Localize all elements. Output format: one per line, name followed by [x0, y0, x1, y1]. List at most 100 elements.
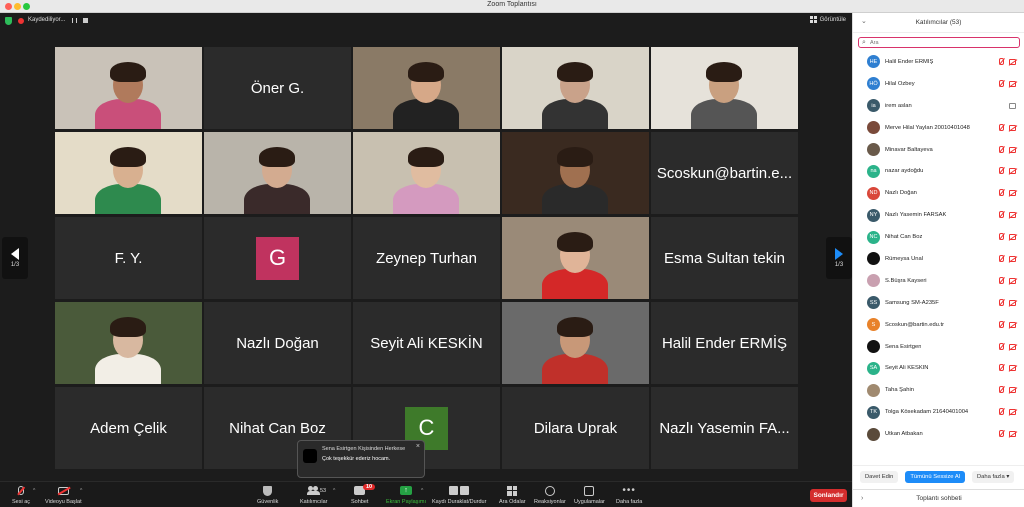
participant-status	[999, 211, 1016, 219]
participant-row[interactable]: Merve Hilal Yaylan 20010401048	[853, 117, 1024, 139]
video-tile[interactable]	[55, 302, 202, 384]
person-hair	[557, 62, 593, 82]
participant-video	[55, 47, 202, 129]
camera-off-icon	[1009, 277, 1016, 284]
participant-row[interactable]: NC Nihat Can Boz	[853, 226, 1024, 248]
chat-notification[interactable]: Sena Esirtgen Kişisinden Herkese Çok teş…	[297, 440, 425, 478]
end-meeting-button[interactable]: Sonlandır	[810, 489, 847, 502]
participant-row[interactable]: SS Samsung SM-A235F	[853, 292, 1024, 314]
video-tile[interactable]: Halil Ender ERMİŞ	[651, 302, 798, 384]
security-button[interactable]: Güvenlik	[257, 485, 278, 505]
participant-row[interactable]: NY Nazlı Yasemin FARSAK	[853, 204, 1024, 226]
share-options-chevron-icon[interactable]: ^	[421, 488, 423, 494]
mute-all-button[interactable]: Tümünü Sessize Al	[905, 470, 965, 483]
video-tile[interactable]: Nazlı Yasemin FA...	[651, 387, 798, 469]
participant-name: Scoskun@bartin.e...	[656, 164, 793, 182]
video-tile[interactable]: Seyit Ali KESKİN	[353, 302, 500, 384]
search-input[interactable]	[870, 39, 1010, 47]
video-tile[interactable]	[353, 47, 500, 129]
person-body	[95, 354, 161, 384]
video-tile[interactable]: Dilara Uprak	[502, 387, 649, 469]
person-hair	[408, 147, 444, 167]
video-tile[interactable]: G	[204, 217, 351, 299]
more-button[interactable]: ••• Daha fazla	[616, 485, 642, 506]
participant-row[interactable]: Minavar Baltayeva	[853, 139, 1024, 161]
video-tile[interactable]: Öner G.	[204, 47, 351, 129]
microphone-muted-icon	[999, 145, 1004, 153]
pause-stop-recording-button[interactable]: Kaydı Duraklat/Durdur	[432, 485, 486, 505]
encryption-shield-icon[interactable]	[5, 17, 12, 25]
participant-row[interactable]: HÖ Hilal Özbey	[853, 73, 1024, 95]
participant-search[interactable]: ⌕	[858, 37, 1020, 48]
participant-row[interactable]: ND Nazlı Doğan	[853, 182, 1024, 204]
participant-row[interactable]: Sena Esirtgen	[853, 336, 1024, 358]
video-options-chevron-icon[interactable]: ^	[80, 488, 82, 494]
participant-video	[353, 47, 500, 129]
collapse-chevron-icon[interactable]: ⌄	[861, 17, 867, 25]
participant-row[interactable]: HE Halil Ender ERMİŞ	[853, 51, 1024, 73]
video-tile[interactable]	[204, 132, 351, 214]
apps-button[interactable]: Uygulamalar	[574, 485, 605, 505]
expand-chevron-icon[interactable]: ›	[861, 495, 863, 502]
participant-row[interactable]: Taha Şahin	[853, 379, 1024, 401]
camera-off-icon	[1009, 168, 1016, 175]
audio-options-chevron-icon[interactable]: ^	[33, 488, 35, 494]
previous-page-button[interactable]: 1/3	[2, 237, 28, 279]
participant-name: Merve Hilal Yaylan 20010401048	[885, 124, 970, 131]
participants-options-chevron-icon[interactable]: ^	[333, 488, 335, 494]
video-tile[interactable]	[353, 132, 500, 214]
pause-recording-icon[interactable]	[72, 18, 77, 23]
camera-off-icon	[1009, 321, 1016, 328]
participant-name: Tolga Kösekadam 21640401004	[885, 409, 969, 416]
participant-row[interactable]: Utkan Atbakan	[853, 423, 1024, 445]
breakout-rooms-button[interactable]: Ara Odalar	[499, 485, 526, 505]
camera-off-icon	[1009, 124, 1016, 131]
participant-row[interactable]: SA Seyit Ali KESKİN	[853, 357, 1024, 379]
video-tile[interactable]	[502, 47, 649, 129]
view-button[interactable]: Görüntüle	[809, 16, 846, 23]
video-tile[interactable]	[55, 47, 202, 129]
participant-row[interactable]: TK Tolga Kösekadam 21640401004	[853, 401, 1024, 423]
close-icon[interactable]: ×	[416, 443, 420, 450]
participant-status	[999, 298, 1016, 306]
video-tile[interactable]: F. Y.	[55, 217, 202, 299]
participant-name: S.Büşra Kayseri	[885, 277, 927, 284]
microphone-muted-icon	[999, 123, 1004, 131]
chat-label: Sohbet	[351, 499, 369, 505]
microphone-muted-icon	[18, 486, 25, 495]
meeting-chat-header[interactable]: › Toplantı sohbeti	[853, 489, 1024, 507]
participant-name: Scoskun@bartin.edu.tr	[885, 321, 945, 328]
video-tile[interactable]: Nazlı Doğan	[204, 302, 351, 384]
panel-more-button[interactable]: Daha fazla ▾	[971, 470, 1015, 483]
participant-status	[999, 320, 1016, 328]
participant-name: Taha Şahin	[885, 387, 915, 394]
video-tile[interactable]: Zeynep Turhan	[353, 217, 500, 299]
participant-row[interactable]: Rümeysa Ünal	[853, 248, 1024, 270]
next-page-button[interactable]: 1/3	[826, 237, 852, 279]
video-tile[interactable]	[55, 132, 202, 214]
video-tile[interactable]: Adem Çelik	[55, 387, 202, 469]
chat-unread-badge: 10	[363, 484, 376, 490]
participant-row[interactable]: na nazar aydoğdu	[853, 160, 1024, 182]
video-tile[interactable]: Esma Sultan tekin	[651, 217, 798, 299]
invite-button[interactable]: Davet Edin	[860, 470, 899, 483]
participant-name: Utkan Atbakan	[885, 431, 923, 438]
window-titlebar: Zoom Toplantısı	[0, 0, 1024, 13]
video-tile[interactable]	[651, 47, 798, 129]
camera-off-icon	[1009, 299, 1016, 306]
pause-stop-icon	[449, 486, 470, 495]
participant-row[interactable]: S Scoskun@bartin.edu.tr	[853, 314, 1024, 336]
reactions-button[interactable]: Reaksiyonlar	[534, 485, 566, 505]
participant-row[interactable]: S.Büşra Kayseri	[853, 270, 1024, 292]
participants-panel-header: ⌄ Katılımcılar (53)	[853, 13, 1024, 33]
start-video-button[interactable]: Videoyu Başlat	[45, 485, 82, 505]
avatar: na	[867, 164, 880, 178]
avatar: G	[256, 236, 299, 280]
video-tile[interactable]: Scoskun@bartin.e...	[651, 132, 798, 214]
video-tile[interactable]	[502, 217, 649, 299]
video-tile[interactable]	[502, 132, 649, 214]
stop-recording-icon[interactable]	[83, 18, 88, 23]
video-tile[interactable]	[502, 302, 649, 384]
participant-row[interactable]: ia irem aslan	[853, 95, 1024, 117]
unmute-button[interactable]: Sesi aç	[12, 485, 30, 505]
